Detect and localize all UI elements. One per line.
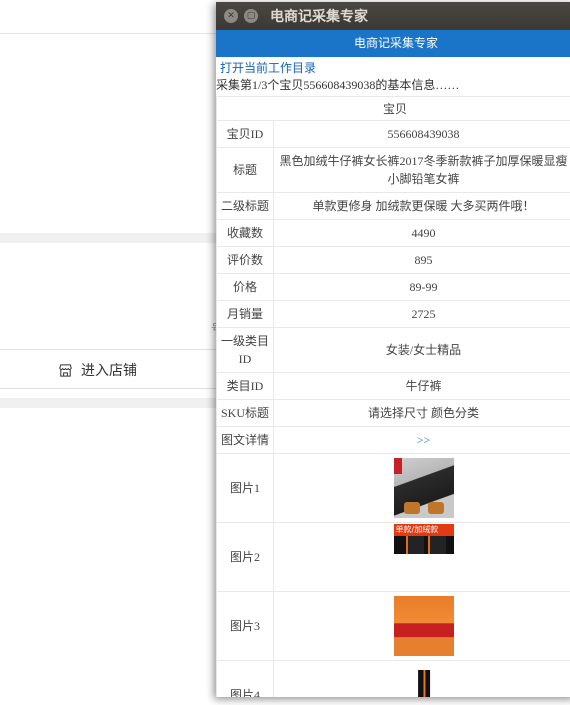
row-label: 图片1 (216, 453, 274, 523)
image-row: 图片2 单款/加绒款 (216, 522, 570, 592)
row-value: 黑色加绒牛仔裤女长裤2017冬季新款裤子加厚保暖显瘦小脚铅笔女裤 (273, 147, 570, 193)
table-row: 标题 黑色加绒牛仔裤女长裤2017冬季新款裤子加厚保暖显瘦小脚铅笔女裤 (216, 147, 570, 193)
row-label: SKU标题 (216, 399, 274, 427)
boot-decoration (403, 502, 420, 514)
store-icon (59, 363, 72, 377)
product-thumbnail-2[interactable]: 单款/加绒款 (393, 524, 454, 554)
row-label: 月销量 (216, 300, 274, 328)
row-label: 类目ID (216, 372, 274, 400)
table-row: 价格 89-99 (216, 273, 570, 301)
table-row: 图文详情 >> (216, 426, 570, 454)
image-cell (273, 453, 570, 523)
section-separator (0, 233, 230, 243)
row-value: 女装/女士精品 (273, 327, 570, 373)
open-work-directory-link[interactable]: 打开当前工作目录 (216, 60, 570, 76)
divider (0, 349, 230, 350)
product-thumbnail-3[interactable] (393, 596, 454, 656)
table-header: 宝贝 (216, 96, 570, 121)
divider (0, 33, 230, 34)
row-label: 图文详情 (216, 426, 274, 454)
close-icon[interactable]: ✕ (224, 9, 238, 23)
table-row: SKU标题 请选择尺寸 颜色分类 (216, 399, 570, 427)
item-info-table: 宝贝 宝贝ID 556608439038 标题 黑色加绒牛仔裤女长裤2017冬季… (216, 96, 570, 697)
image-cell (273, 660, 570, 697)
table-row: 二级标题 单款更修身 加绒款更保暖 大多买两件哦！ (216, 192, 570, 220)
image-cell: 单款/加绒款 (273, 522, 570, 592)
row-value: 4490 (273, 219, 570, 247)
image-row: 图片3 (216, 591, 570, 661)
app-header: 电商记采集专家 (216, 30, 570, 57)
row-value: 556608439038 (273, 120, 570, 148)
row-value: 请选择尺寸 颜色分类 (273, 399, 570, 427)
row-label: 评价数 (216, 246, 274, 274)
divider (0, 388, 230, 389)
row-label: 一级类目ID (216, 327, 274, 373)
table-row: 类目ID 牛仔裤 (216, 372, 570, 400)
leg-decoration (427, 536, 446, 554)
product-thumbnail-4[interactable] (408, 670, 439, 697)
table-row: 月销量 2725 (216, 300, 570, 328)
tag-decoration (393, 458, 402, 474)
product-thumbnail-1[interactable] (393, 458, 454, 518)
table-row: 收藏数 4490 (216, 219, 570, 247)
row-label: 收藏数 (216, 219, 274, 247)
row-label: 价格 (216, 273, 274, 301)
row-value: 2725 (273, 300, 570, 328)
leg-decoration (405, 536, 424, 554)
detail-link[interactable]: >> (417, 433, 431, 447)
section-separator (0, 398, 230, 408)
thumbnail-banner-text: 单款/加绒款 (393, 524, 454, 536)
row-label: 标题 (216, 147, 274, 193)
status-text: 采集第1/3个宝贝556608439038的基本信息…… (216, 78, 460, 92)
row-label: 图片2 (216, 522, 274, 592)
image-cell (273, 591, 570, 661)
maximize-icon[interactable]: ▢ (244, 9, 258, 23)
table-row: 评价数 895 (216, 246, 570, 274)
table-row: 一级类目ID 女装/女士精品 (216, 327, 570, 373)
boot-decoration (427, 502, 444, 514)
row-label: 宝贝ID (216, 120, 274, 148)
row-label: 图片3 (216, 591, 274, 661)
table-header-row: 宝贝 (216, 96, 570, 121)
row-value: 895 (273, 246, 570, 274)
row-value: 89-99 (273, 273, 570, 301)
row-value: 牛仔裤 (273, 372, 570, 400)
row-label: 图片4 (216, 660, 274, 697)
enter-store-label: 进入店铺 (81, 363, 137, 379)
image-row: 图片1 (216, 453, 570, 523)
detail-link-cell: >> (273, 426, 570, 454)
image-row: 图片4 (216, 660, 570, 697)
window-title: 电商记采集专家 (270, 9, 368, 25)
row-value: 单款更修身 加绒款更保暖 大多买两件哦！ (273, 192, 570, 220)
row-label: 二级标题 (216, 192, 274, 220)
collector-window: ✕ ▢ 电商记采集专家 电商记采集专家 打开当前工作目录 采集第1/3个宝贝55… (216, 2, 570, 697)
table-row: 宝贝ID 556608439038 (216, 120, 570, 148)
window-titlebar[interactable]: ✕ ▢ 电商记采集专家 (216, 2, 570, 30)
enter-store-button[interactable]: 进入店铺 (58, 360, 137, 380)
